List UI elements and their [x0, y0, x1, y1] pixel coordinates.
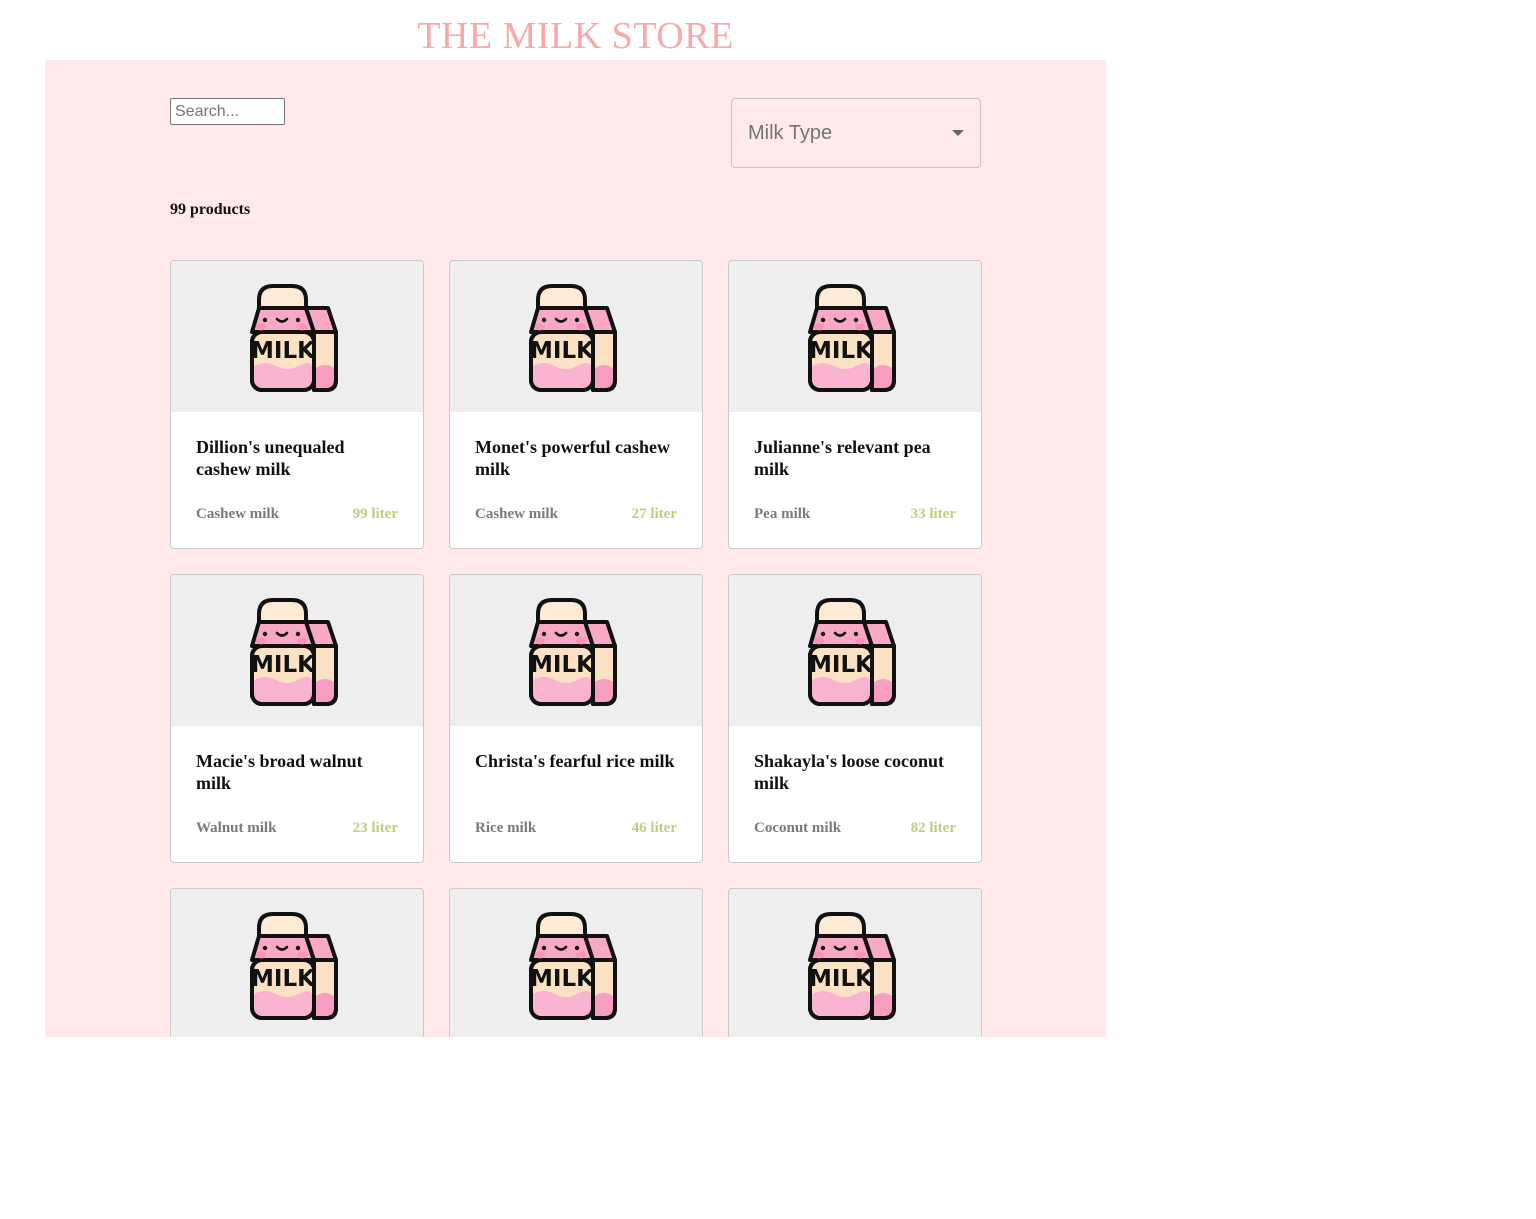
milk-carton-icon: MILK [729, 575, 981, 726]
milk-type-select-label: Milk Type [748, 121, 833, 144]
milk-carton-icon: MILK [171, 575, 423, 726]
product-type: Pea milk [754, 506, 811, 522]
product-type: Coconut milk [754, 820, 842, 836]
product-card[interactable]: MILK Shakayla's loose coconut milk Cocon… [728, 574, 982, 863]
product-quantity: 27 liter [631, 506, 677, 522]
svg-text:MILK: MILK [530, 966, 595, 992]
product-card[interactable]: MILK Monet's powerful cashew milk Cashew… [449, 260, 703, 549]
svg-text:MILK: MILK [530, 652, 595, 678]
product-name: Monet's powerful cashew milk [475, 437, 670, 479]
product-name: Macie's broad walnut milk [196, 751, 363, 793]
milk-carton-icon: MILK [729, 889, 981, 1037]
product-type: Walnut milk [196, 820, 277, 836]
svg-text:MILK: MILK [809, 966, 874, 992]
milk-carton-icon: MILK [729, 261, 981, 412]
milk-carton-icon: MILK [171, 261, 423, 412]
chevron-down-icon [952, 130, 964, 136]
product-card[interactable]: MILK Julianne's relevant pea milk Pea mi… [728, 260, 982, 549]
product-name: Dillion's unequaled cashew milk [196, 437, 345, 479]
product-card[interactable]: MILK [170, 888, 424, 1037]
main-panel: Milk Type 99 products MILK Dillion's une… [45, 60, 1106, 1037]
svg-text:MILK: MILK [809, 338, 874, 364]
product-card[interactable]: MILK Christa's fearful rice milk Rice mi… [449, 574, 703, 863]
product-type: Cashew milk [196, 506, 279, 522]
product-card[interactable]: MILK [449, 888, 703, 1037]
product-card[interactable]: MILK Dillion's unequaled cashew milk Cas… [170, 260, 424, 549]
milk-carton-icon: MILK [450, 261, 702, 412]
milk-type-select[interactable]: Milk Type [731, 98, 981, 168]
milk-carton-icon: MILK [171, 889, 423, 1037]
product-quantity: 33 liter [910, 506, 956, 522]
svg-text:MILK: MILK [251, 966, 316, 992]
svg-text:MILK: MILK [809, 652, 874, 678]
svg-text:MILK: MILK [251, 652, 316, 678]
product-quantity: 99 liter [352, 506, 398, 522]
product-name: Julianne's relevant pea milk [754, 437, 931, 479]
product-quantity: 46 liter [631, 820, 677, 836]
product-card[interactable]: MILK Macie's broad walnut milk Walnut mi… [170, 574, 424, 863]
product-type: Cashew milk [475, 506, 558, 522]
product-card[interactable]: MILK [728, 888, 982, 1037]
product-name: Christa's fearful rice milk [475, 751, 675, 771]
svg-text:MILK: MILK [530, 338, 595, 364]
store-title: THE MILK STORE [417, 15, 734, 57]
product-name: Shakayla's loose coconut milk [754, 751, 945, 793]
product-type: Rice milk [475, 820, 537, 836]
product-quantity: 23 liter [352, 820, 398, 836]
milk-carton-icon: MILK [450, 575, 702, 726]
product-count: 99 products [170, 201, 251, 218]
search-input[interactable] [170, 98, 285, 125]
product-quantity: 82 liter [910, 820, 956, 836]
svg-text:MILK: MILK [251, 338, 316, 364]
milk-carton-icon: MILK [450, 889, 702, 1037]
product-grid: MILK Dillion's unequaled cashew milk Cas… [170, 260, 982, 1037]
